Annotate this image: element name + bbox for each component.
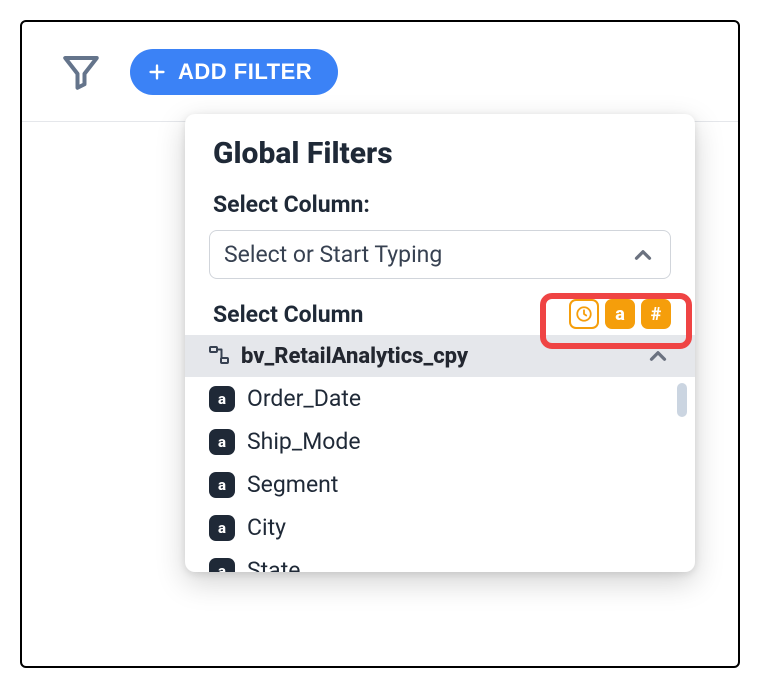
app-frame: ADD FILTER Global Filters Select Column:…	[20, 20, 740, 668]
filter-popover: Global Filters Select Column: Select or …	[185, 114, 695, 572]
column-option-label: Segment	[247, 471, 338, 498]
text-badge-icon: a	[209, 472, 235, 498]
datetime-type-icon[interactable]	[569, 299, 599, 329]
plus-icon	[146, 61, 168, 83]
column-group-row[interactable]: bv_RetailAnalytics_cpy	[185, 335, 695, 377]
dropdown-header: Select Column a #	[185, 293, 695, 335]
column-select-input[interactable]: Select or Start Typing	[209, 230, 671, 279]
number-type-icon[interactable]: #	[641, 299, 671, 329]
column-option[interactable]: a State	[185, 549, 695, 572]
chevron-up-icon	[645, 343, 671, 369]
relation-icon	[207, 344, 231, 368]
column-option-label: State	[247, 557, 300, 572]
dropdown-header-label: Select Column	[213, 301, 363, 328]
column-option[interactable]: a City	[185, 506, 695, 549]
add-filter-label: ADD FILTER	[178, 59, 312, 85]
text-badge-icon: a	[209, 386, 235, 412]
column-option-label: Order_Date	[247, 385, 361, 412]
chevron-up-icon	[630, 242, 656, 268]
column-group-name: bv_RetailAnalytics_cpy	[241, 344, 645, 369]
column-type-filters: a #	[569, 299, 671, 329]
column-list[interactable]: a Order_Date a Ship_Mode a Segment a Cit…	[185, 377, 695, 572]
popover-title: Global Filters	[185, 136, 695, 171]
column-select-placeholder: Select or Start Typing	[224, 241, 630, 268]
column-option[interactable]: a Segment	[185, 463, 695, 506]
scrollbar-thumb[interactable]	[677, 383, 687, 417]
text-badge-icon: a	[209, 515, 235, 541]
column-option[interactable]: a Order_Date	[185, 377, 695, 420]
column-option-label: City	[247, 514, 286, 541]
add-filter-button[interactable]: ADD FILTER	[130, 49, 338, 95]
column-option-label: Ship_Mode	[247, 428, 361, 455]
column-option[interactable]: a Ship_Mode	[185, 420, 695, 463]
text-badge-icon: a	[209, 558, 235, 573]
filter-icon	[60, 51, 102, 93]
text-type-icon[interactable]: a	[605, 299, 635, 329]
toolbar: ADD FILTER	[22, 22, 738, 122]
select-column-label: Select Column:	[185, 171, 695, 230]
text-badge-icon: a	[209, 429, 235, 455]
